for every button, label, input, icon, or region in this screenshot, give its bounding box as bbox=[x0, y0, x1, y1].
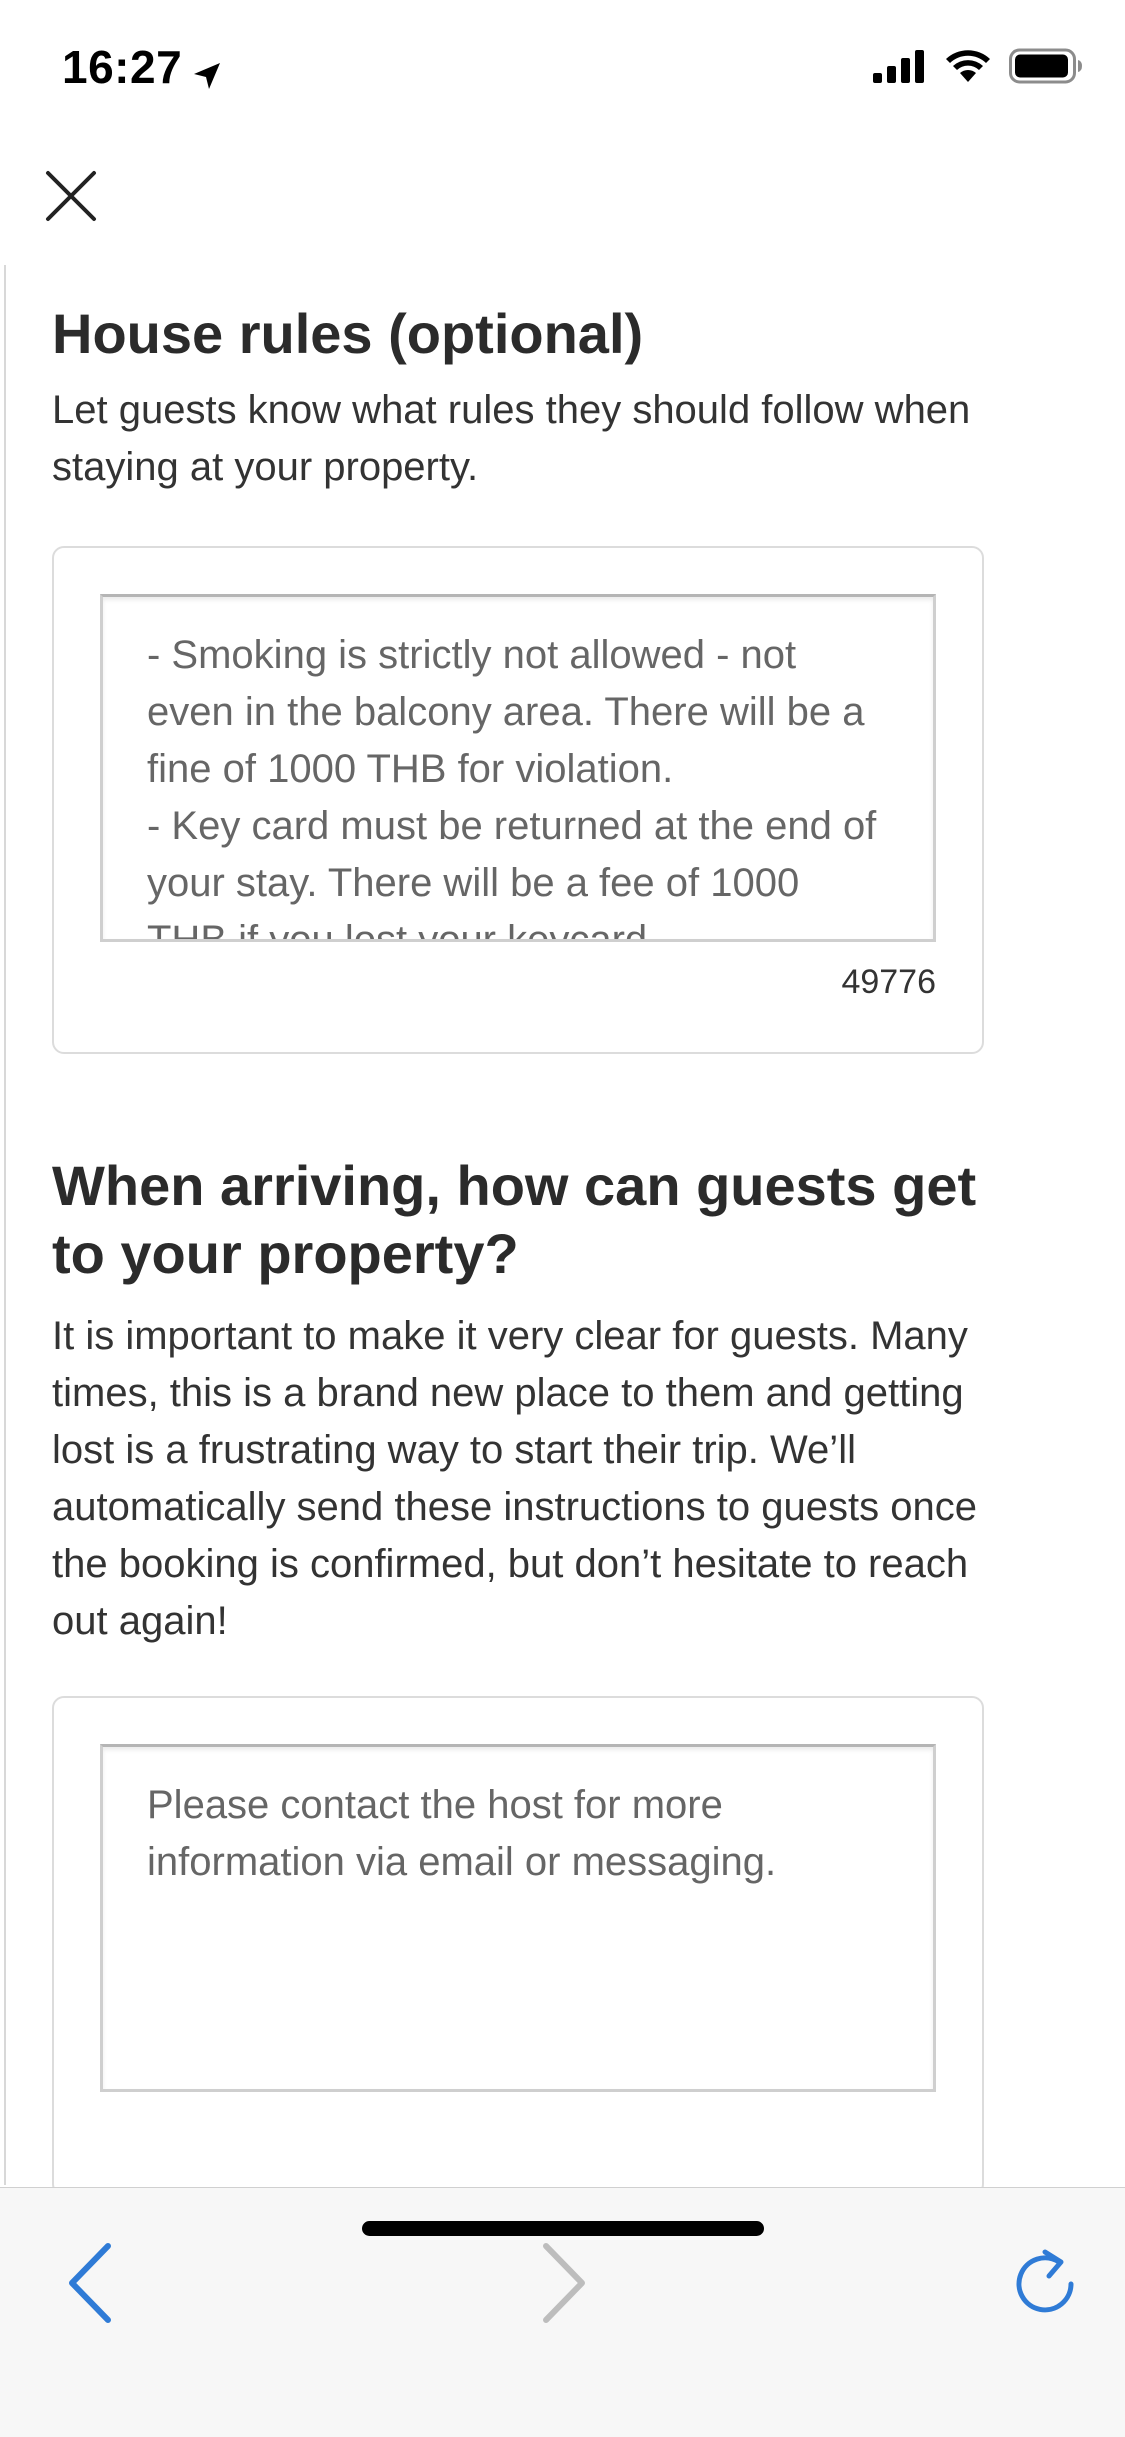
back-button[interactable] bbox=[52, 2238, 132, 2328]
house-rules-title: House rules (optional) bbox=[52, 302, 644, 365]
location-arrow-icon bbox=[190, 50, 224, 89]
arrival-section: When arriving, how can guests get to you… bbox=[52, 1152, 988, 2196]
status-bar: 16:27 bbox=[0, 0, 1125, 135]
wifi-icon bbox=[945, 49, 991, 88]
close-button[interactable] bbox=[40, 165, 102, 227]
house-rules-textarea[interactable]: - Smoking is strictly not allowed - not … bbox=[100, 594, 936, 942]
forward-button[interactable] bbox=[522, 2238, 602, 2328]
house-rules-section: House rules (optional) Let guests know w… bbox=[52, 300, 988, 1054]
arrival-card: Please contact the host for more informa… bbox=[52, 1696, 984, 2196]
house-rules-char-count: 49776 bbox=[841, 963, 936, 1001]
left-divider bbox=[4, 265, 6, 2185]
close-icon bbox=[46, 171, 96, 221]
cellular-signal-icon bbox=[873, 49, 927, 88]
house-rules-text: - Smoking is strictly not allowed - not … bbox=[147, 633, 877, 942]
status-time-group: 16:27 bbox=[62, 40, 224, 94]
battery-icon bbox=[1009, 48, 1083, 89]
reload-icon bbox=[1016, 2249, 1074, 2313]
house-rules-card: - Smoking is strictly not allowed - not … bbox=[52, 546, 984, 1054]
arrival-text: Please contact the host for more informa… bbox=[147, 1783, 777, 1884]
arrival-title: When arriving, how can guests get to you… bbox=[52, 1154, 977, 1285]
arrival-textarea[interactable]: Please contact the host for more informa… bbox=[100, 1744, 936, 2092]
arrival-description: It is important to make it very clear fo… bbox=[52, 1314, 977, 1643]
chevron-right-icon bbox=[543, 2243, 585, 2323]
status-time: 16:27 bbox=[62, 41, 183, 93]
home-indicator[interactable] bbox=[362, 2221, 764, 2236]
chevron-left-icon bbox=[69, 2243, 111, 2323]
reload-button[interactable] bbox=[1005, 2238, 1085, 2328]
house-rules-description: Let guests know what rules they should f… bbox=[52, 388, 971, 489]
form-content: House rules (optional) Let guests know w… bbox=[52, 300, 988, 2196]
status-indicators bbox=[873, 48, 1083, 89]
